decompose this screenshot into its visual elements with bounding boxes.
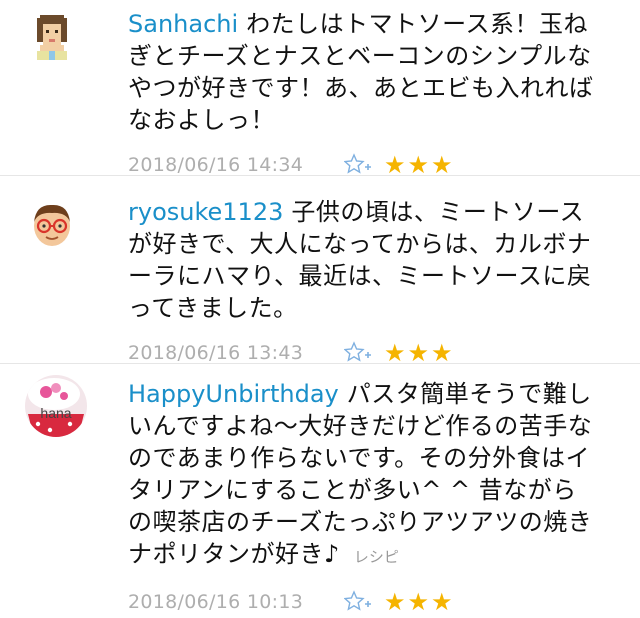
recipe-link[interactable]: レシピ (354, 548, 399, 566)
glasses-avatar-icon[interactable] (28, 200, 76, 248)
add-favorite-star-icon[interactable] (343, 341, 372, 365)
add-favorite-star-icon[interactable] (343, 153, 372, 177)
rating-stars: ★★★ (384, 151, 455, 179)
comment-item: Sanhachi わたしはトマトソース系！玉ねぎとチーズとナスとベーコンのシンプル… (0, 0, 640, 179)
comment-date: 2018/06/16 13:43 (128, 342, 304, 364)
comment-text-block: Sanhachi わたしはトマトソース系！玉ねぎとチーズとナスとベーコンのシンプル… (128, 8, 598, 136)
comment-text-block: ryosuke1123 子供の頃は、ミートソースが好きで、大人になってからは、カル… (128, 196, 598, 324)
rating-stars: ★★★ (384, 339, 455, 367)
comment-username[interactable]: ryosuke1123 (128, 198, 283, 226)
add-favorite-star-icon[interactable] (343, 590, 372, 614)
comment-body: パスタ簡単そうで難しいんですよね〜大好きだけど作るの苦手なのであまり作らないです… (128, 380, 593, 568)
comment-list: Sanhachi わたしはトマトソース系！玉ねぎとチーズとナスとベーコンのシンプル… (0, 0, 640, 616)
pixel-avatar-icon[interactable] (28, 12, 76, 60)
comment-username[interactable]: HappyUnbirthday (128, 380, 339, 408)
comment-text-block: HappyUnbirthday パスタ簡単そうで難しいんですよね〜大好きだけど作る… (128, 378, 598, 573)
comment-item: ryosuke1123 子供の頃は、ミートソースが好きで、大人になってからは、カル… (0, 176, 640, 367)
comment-username[interactable]: Sanhachi (128, 10, 238, 38)
rating-stars: ★★★ (384, 588, 455, 616)
comment-date: 2018/06/16 14:34 (128, 154, 304, 176)
comment-date: 2018/06/16 10:13 (128, 591, 304, 613)
comment-item: hana HappyUnbirthday パスタ簡単そうで難しいんですよね〜大好き… (0, 364, 640, 616)
cupcake-avatar-icon[interactable]: hana (24, 374, 88, 438)
avatar-label: hana (40, 405, 71, 421)
comment-meta: 2018/06/16 10:13 ★★★ (128, 587, 640, 617)
